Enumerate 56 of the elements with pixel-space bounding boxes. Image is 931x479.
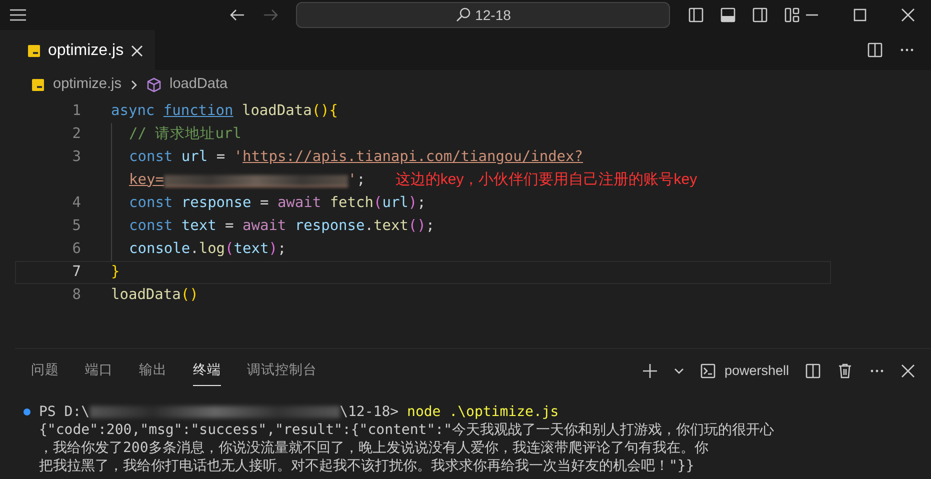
secondary-sidebar-icon[interactable] [752, 7, 768, 23]
javascript-file-icon [31, 78, 45, 92]
code-line: async function loadData(){ [111, 102, 338, 121]
annotation-text: 这边的key，小伙伴们要用自己注册的账号key [395, 170, 698, 190]
breadcrumb[interactable]: loadData [146, 74, 228, 96]
code-line: loadData() [111, 286, 198, 305]
code-line: const response = await fetch(url); [129, 194, 426, 213]
close-icon[interactable] [901, 364, 915, 378]
code-line: console.log(text); [129, 240, 286, 259]
search-icon [455, 7, 472, 23]
panel-tab[interactable]: 调试控制台 [247, 356, 317, 386]
caret-icon[interactable] [674, 367, 684, 375]
panel-tab[interactable]: 终端 [193, 356, 221, 386]
panel-tab[interactable]: 输出 [139, 356, 167, 386]
split-editor-icon[interactable] [867, 42, 883, 58]
line-number: 5 [71, 216, 81, 236]
trash-icon[interactable] [837, 363, 853, 379]
chevron-icon [130, 79, 138, 91]
terminal-selector[interactable]: powershell [700, 360, 789, 382]
code-line: '; [348, 170, 366, 190]
layout-icon[interactable] [784, 7, 800, 23]
terminal-icon [700, 363, 716, 379]
javascript-file-icon [27, 44, 41, 58]
primary-sidebar-icon[interactable] [688, 7, 704, 23]
menu-icon[interactable] [8, 7, 28, 23]
code-line: } [111, 262, 120, 282]
terminal-prompt: PS D:\ \12-18> [39, 403, 399, 421]
line-number: 8 [71, 286, 81, 305]
terminal-output: 把我拉黑了，我给你打电话也无人接听。对不起我不该打扰你。我求求你再给我一次当好友的机会吧！"}} [38, 457, 694, 475]
line-number: 4 [71, 194, 81, 213]
editor-tab[interactable]: optimize.js [15, 30, 155, 70]
terminal-output: {"code":200,"msg":"success","result":{"content":"今天我观战了一天你和别人打游戏，你们玩的很开心 [38, 421, 774, 439]
back-arrow-icon[interactable] [228, 7, 246, 23]
close-icon[interactable] [901, 8, 915, 22]
terminal-output: ，我给你发了200多条消息，你说没流量就不回了，晚上发说说没有人爱你，我连滚带爬评论了句有我在。你 [38, 439, 708, 457]
plus-icon[interactable] [642, 363, 658, 379]
search-field[interactable]: 12-18 [296, 2, 670, 28]
code-line: const text = await response.text(); [129, 216, 435, 236]
panel-icon[interactable] [720, 7, 736, 23]
panel-tab[interactable]: 问题 [31, 356, 59, 386]
terminal-command: node .\optimize.js [406, 403, 559, 421]
line-number: 7 [71, 262, 81, 282]
close-icon[interactable] [130, 44, 143, 56]
line-number: 6 [71, 240, 81, 259]
line-number: 1 [71, 102, 81, 121]
code-line: // 请求地址url [129, 124, 242, 144]
panel-tab[interactable]: 端口 [85, 356, 113, 386]
code-line: key= [129, 170, 164, 190]
breadcrumb[interactable]: optimize.js [31, 74, 122, 96]
split-terminal-icon[interactable] [805, 363, 821, 379]
line-number: 2 [71, 124, 81, 144]
code-line: const url = 'https://apis.tianapi.com/tiangou/index? [129, 148, 583, 167]
maximize-icon[interactable] [853, 8, 867, 22]
status-dot-icon [23, 408, 31, 416]
cube-icon [146, 77, 162, 93]
line-number: 3 [71, 148, 81, 167]
